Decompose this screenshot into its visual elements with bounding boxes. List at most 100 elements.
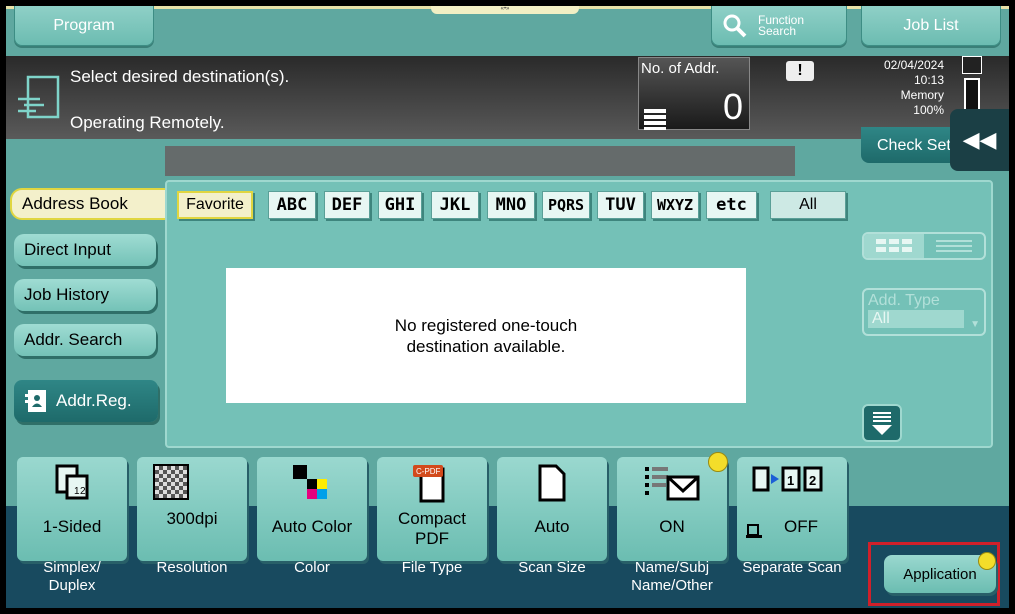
file-type-label: File Type (377, 559, 487, 577)
name-subject-label: Name/Subj Name/Other (617, 559, 727, 595)
index-label: TUV (605, 195, 636, 215)
file-type-value-1: Compact (397, 509, 467, 528)
addr-type-label: Add. Type (868, 292, 940, 309)
address-book-panel: Favorite ABC DEF GHI JKL MNO PQRS TUV WX… (165, 180, 993, 448)
function-search-label-2: Search (758, 23, 797, 38)
address-list-icon (644, 109, 666, 130)
addr-type-select: Add. Type All ▼ (862, 288, 986, 336)
tab-label: Addr. Search (24, 330, 123, 349)
grid-view-icon[interactable] (864, 234, 924, 258)
tab-direct-input[interactable]: Direct Input (14, 234, 156, 266)
svg-text:2: 2 (80, 486, 86, 497)
scan-fax-screen: «•» Program Function Search Job List Sel… (6, 6, 1009, 608)
index-etc[interactable]: etc (706, 191, 757, 219)
scan-size-button[interactable]: Auto (497, 457, 607, 561)
index-tuv[interactable]: TUV (597, 191, 644, 219)
index-label: ABC (276, 195, 308, 215)
number-of-addresses-box: No. of Addr. 0 (638, 57, 750, 130)
index-all[interactable]: All (770, 191, 846, 219)
memory-label: Memory (900, 88, 944, 102)
label-line: File Type (401, 559, 463, 576)
menu-scroll-button[interactable] (862, 404, 902, 442)
addr-type-value: All (868, 310, 964, 328)
addr-reg-label: Addr.Reg. (56, 391, 132, 410)
scan-size-label: Scan Size (497, 559, 607, 577)
resolution-icon (153, 464, 189, 500)
label-line: Scan Size (518, 559, 586, 576)
function-search-button[interactable]: Function Search (711, 6, 847, 46)
program-label: Program (53, 16, 115, 34)
application-indicator (978, 552, 996, 570)
tab-address-book[interactable]: Address Book (10, 188, 170, 220)
separate-scan-label: Separate Scan (731, 559, 853, 577)
name-subject-value: ON (659, 517, 685, 536)
simplex-duplex-label: Simplex/Duplex (17, 559, 127, 595)
date-text: 02/04/2024 (883, 58, 944, 72)
label-line: Name/Subj (634, 559, 710, 576)
index-ghi[interactable]: GHI (378, 191, 422, 219)
destination-document-icon (18, 75, 60, 119)
scan-size-value: Auto (534, 517, 570, 536)
one-sided-icon: 12 (55, 464, 89, 500)
no-of-addr-value: 0 (722, 86, 743, 127)
resolution-button[interactable]: 300dpi (137, 457, 247, 561)
pdf-file-icon: C-PDF (413, 465, 445, 503)
name-subject-button[interactable]: ON (617, 452, 728, 561)
index-label: GHI (384, 195, 416, 215)
addr-reg-button[interactable]: Addr.Reg. (14, 380, 158, 422)
program-button[interactable]: Program (14, 6, 154, 46)
separate-scan-value: OFF (784, 517, 818, 536)
double-chevron-left-icon: ◀◀ (962, 127, 997, 152)
remote-status-message: Operating Remotely. (70, 113, 225, 132)
check-setting-label: Check Set (877, 137, 951, 154)
file-type-button[interactable]: C-PDF Compact PDF (377, 457, 487, 561)
page-icon (538, 464, 566, 502)
file-type-value: Compact PDF (377, 509, 487, 549)
toner-icon (962, 56, 982, 74)
index-label: etc (716, 195, 747, 215)
color-mode-icon (293, 465, 327, 499)
index-label: PQRS (547, 196, 585, 214)
simplex-duplex-button[interactable]: 12 1-Sided (17, 457, 127, 561)
tab-favorite[interactable]: Favorite (177, 191, 253, 219)
dropdown-arrow-icon: ▼ (970, 319, 980, 330)
favorite-label: Favorite (186, 196, 244, 213)
index-label: WXYZ (656, 196, 694, 214)
empty-destination-message: No registered one-touch destination avai… (226, 268, 746, 403)
email-subject-icon (645, 467, 700, 501)
tab-label: Address Book (22, 194, 128, 213)
collapse-panel-button[interactable]: ◀◀ (950, 109, 1009, 171)
index-jkl[interactable]: JKL (431, 191, 479, 219)
svg-text:2: 2 (809, 473, 816, 488)
tab-job-history[interactable]: Job History (14, 279, 156, 311)
separate-scan-button[interactable]: 12 OFF (737, 457, 847, 561)
resolution-value: 300dpi (166, 509, 218, 528)
simplex-duplex-value: 1-Sided (42, 517, 102, 536)
svg-text:1: 1 (787, 473, 794, 488)
label-line: Duplex (48, 577, 96, 594)
index-mno[interactable]: MNO (487, 191, 535, 219)
svg-text:C-PDF: C-PDF (416, 467, 441, 476)
application-label: Application (903, 565, 977, 583)
color-label: Color (257, 559, 367, 577)
device-info: 02/04/2024 10:13 Memory 100% (846, 58, 944, 118)
index-abc[interactable]: ABC (268, 191, 316, 219)
tab-addr-search[interactable]: Addr. Search (14, 324, 156, 356)
label-line: Resolution (156, 559, 228, 576)
view-toggle[interactable] (862, 232, 986, 260)
color-button[interactable]: Auto Color (257, 457, 367, 561)
index-label: MNO (495, 195, 527, 215)
address-register-icon (25, 390, 46, 412)
memory-value: 100% (913, 103, 944, 117)
warning-icon[interactable]: ! (786, 61, 814, 81)
all-label: All (799, 196, 817, 213)
list-view-icon[interactable] (924, 234, 984, 258)
index-pqrs[interactable]: PQRS (542, 191, 590, 219)
index-wxyz[interactable]: WXYZ (651, 191, 699, 219)
destination-input-bar (165, 146, 795, 176)
label-line: Simplex/ (43, 559, 101, 576)
job-list-button[interactable]: Job List (861, 6, 1001, 46)
drag-handle[interactable]: «•» (431, 6, 579, 14)
index-def[interactable]: DEF (324, 191, 370, 219)
file-type-value-2: PDF (415, 529, 449, 548)
